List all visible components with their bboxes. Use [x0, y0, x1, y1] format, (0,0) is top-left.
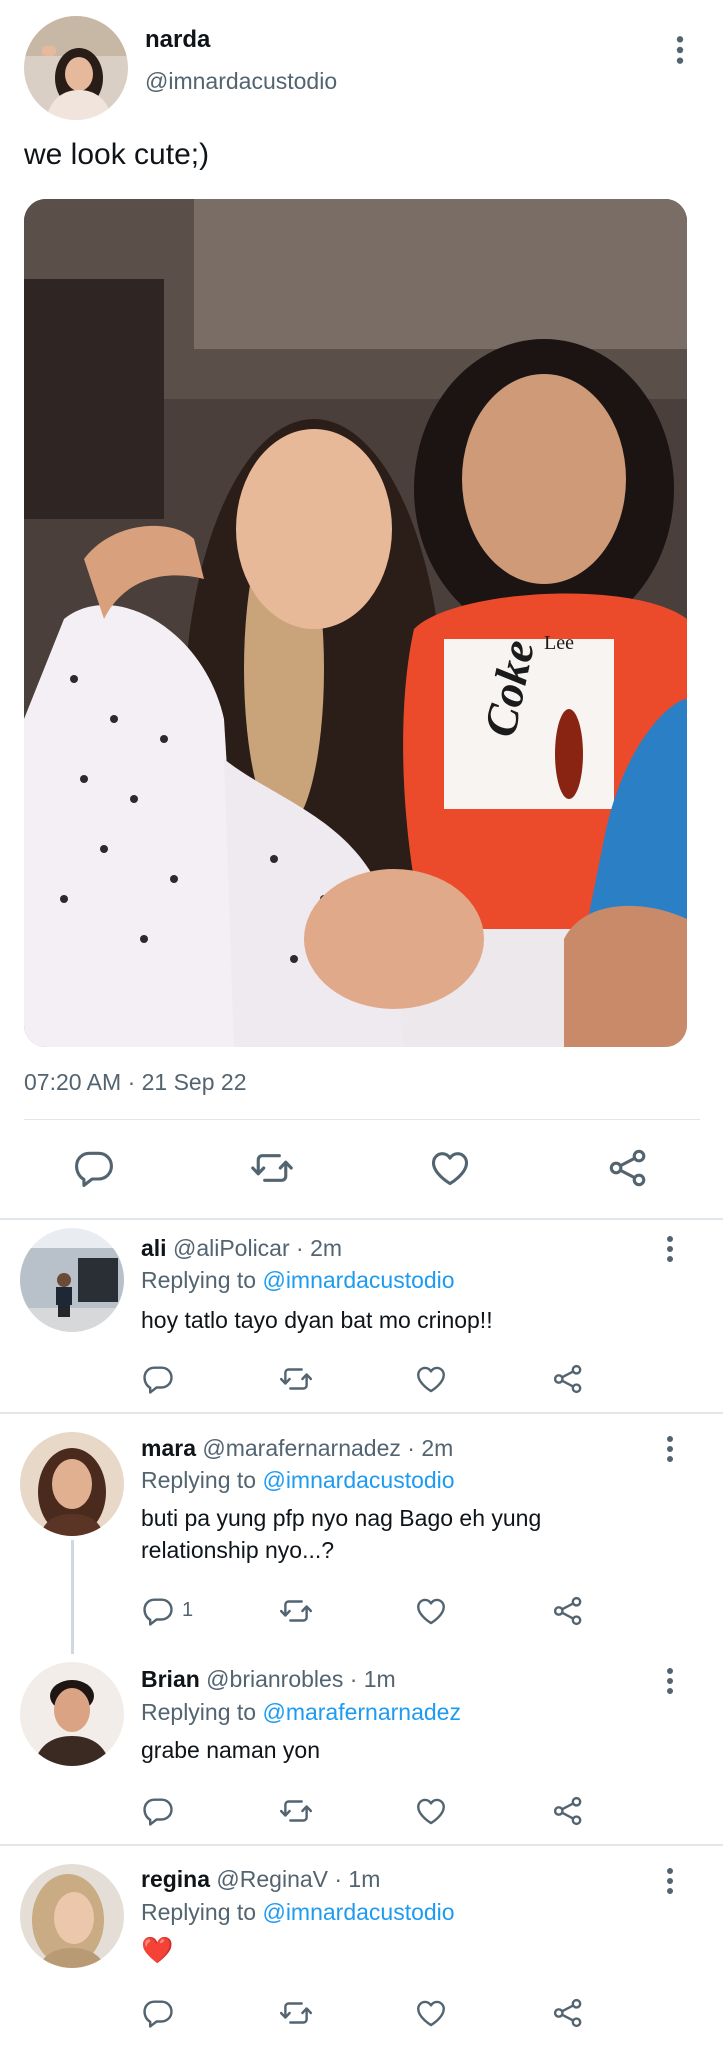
replying-to: Replying to @imnardacustodio [141, 1899, 455, 1926]
author-name[interactable]: mara [141, 1435, 196, 1461]
author-name[interactable]: ali [141, 1235, 167, 1261]
retweet-icon[interactable] [279, 1362, 313, 1396]
reply-header: ali @aliPolicar · 2m [141, 1235, 342, 1262]
retweet-icon[interactable] [279, 1794, 313, 1828]
author-handle-time: @marafernarnadez · 2m [195, 1435, 454, 1461]
replying-to: Replying to @imnardacustodio [141, 1267, 455, 1294]
reply-tweet[interactable]: Brian @brianrobles · 1m Replying to @mar… [0, 1644, 723, 1844]
replying-to-link[interactable]: @imnardacustodio [262, 1899, 454, 1925]
reply-tweet[interactable]: regina @ReginaV · 1m Replying to @imnard… [0, 1846, 723, 2048]
more-vertical-icon[interactable] [658, 1666, 682, 1696]
tweet-photo[interactable]: Coke Lee [24, 199, 687, 1047]
reply-header: Brian @brianrobles · 1m [141, 1666, 396, 1693]
tweet-actions [0, 1140, 723, 1200]
heart-icon[interactable] [428, 1146, 472, 1190]
reply-icon[interactable] [141, 1794, 175, 1828]
avatar[interactable] [20, 1432, 124, 1536]
replying-to-link[interactable]: @marafernarnadez [262, 1699, 461, 1725]
retweet-icon[interactable] [279, 1996, 313, 2030]
reply-header: regina @ReginaV · 1m [141, 1866, 380, 1893]
reply-icon[interactable] [141, 1594, 175, 1628]
avatar[interactable] [20, 1864, 124, 1968]
replying-label: Replying to [141, 1267, 263, 1293]
heart-icon[interactable] [414, 1362, 448, 1396]
replying-label: Replying to [141, 1467, 263, 1493]
more-vertical-icon[interactable] [658, 1434, 682, 1464]
reply-icon[interactable] [141, 1362, 175, 1396]
more-vertical-icon[interactable] [668, 34, 692, 66]
replying-label: Replying to [141, 1699, 263, 1725]
shirt-brand-text: Lee [544, 632, 574, 654]
tweet-text: we look cute;) [24, 138, 210, 171]
tweet-timestamp: 07:20 AM · 21 Sep 22 [24, 1069, 247, 1095]
replying-to: Replying to @imnardacustodio [141, 1467, 455, 1494]
divider [24, 1119, 700, 1120]
author-handle-time: @aliPolicar · 2m [166, 1235, 343, 1261]
author-handle[interactable]: @imnardacustodio [145, 68, 337, 95]
replying-to-link[interactable]: @imnardacustodio [262, 1467, 454, 1493]
avatar[interactable] [24, 16, 128, 120]
reply-tweet[interactable]: mara @marafernarnadez · 2m Replying to @… [0, 1414, 723, 1644]
reply-tweet[interactable]: ali @aliPolicar · 2m Replying to @imnard… [0, 1220, 723, 1412]
share-icon[interactable] [551, 1594, 585, 1628]
replying-label: Replying to [141, 1899, 263, 1925]
replying-to-link[interactable]: @imnardacustodio [262, 1267, 454, 1293]
author-handle-time: @brianrobles · 1m [199, 1666, 396, 1692]
reply-text: ❤️ [141, 1935, 174, 1965]
reply-header: mara @marafernarnadez · 2m [141, 1435, 453, 1462]
author-handle-time: @ReginaV · 1m [210, 1866, 381, 1892]
avatar[interactable] [20, 1228, 124, 1332]
share-icon[interactable] [551, 1996, 585, 2030]
reply-count: 1 [182, 1599, 194, 1621]
share-icon[interactable] [551, 1794, 585, 1828]
more-vertical-icon[interactable] [658, 1866, 682, 1896]
reply-icon[interactable] [141, 1996, 175, 2030]
avatar[interactable] [20, 1662, 124, 1766]
author-name[interactable]: regina [141, 1866, 210, 1892]
reply-text: hoy tatlo tayo dyan bat mo crinop!! [141, 1307, 493, 1333]
heart-icon[interactable] [414, 1794, 448, 1828]
author-name[interactable]: narda [145, 26, 210, 54]
more-vertical-icon[interactable] [658, 1234, 682, 1264]
share-icon[interactable] [551, 1362, 585, 1396]
reply-text: grabe naman yon [141, 1737, 321, 1763]
heart-icon[interactable] [414, 1594, 448, 1628]
replying-to: Replying to @marafernarnadez [141, 1699, 461, 1726]
retweet-icon[interactable] [279, 1594, 313, 1628]
share-icon[interactable] [606, 1146, 650, 1190]
author-name[interactable]: Brian [141, 1666, 200, 1692]
heart-icon[interactable] [414, 1996, 448, 2030]
reply-icon[interactable] [72, 1146, 116, 1190]
reply-text: buti pa yung pfp nyo nag Bago eh yung re… [141, 1505, 542, 1563]
retweet-icon[interactable] [250, 1146, 294, 1190]
